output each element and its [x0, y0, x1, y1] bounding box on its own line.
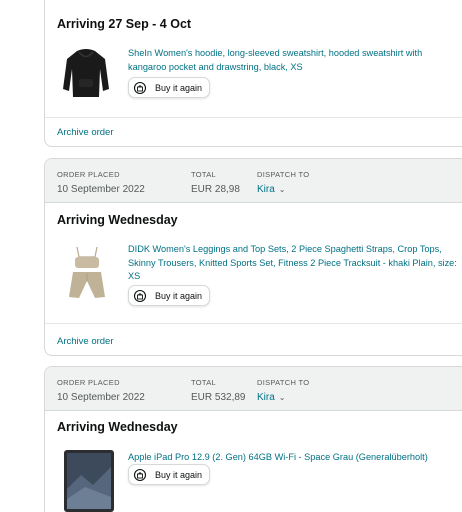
dispatch-to-label: DISPATCH TO: [257, 378, 310, 387]
total-label: TOTAL: [191, 170, 216, 179]
dispatch-to-value: Kira: [257, 392, 275, 403]
product-image-hoodie[interactable]: [61, 45, 111, 100]
arriving-status: Arriving Wednesday: [57, 420, 178, 434]
total-label: TOTAL: [191, 378, 216, 387]
chevron-down-icon: ⌄: [278, 185, 286, 194]
buy-again-label: Buy it again: [155, 290, 203, 301]
buy-again-label: Buy it again: [155, 469, 203, 480]
order-placed-value: 10 September 2022: [57, 392, 145, 403]
dispatch-to-label: DISPATCH TO: [257, 170, 310, 179]
product-title-link[interactable]: SheIn Women's hoodie, long-sleeved sweat…: [128, 47, 462, 74]
buy-again-label: Buy it again: [155, 82, 203, 93]
buy-again-button[interactable]: Buy it again: [128, 285, 210, 306]
product-title-link[interactable]: DIDK Women's Leggings and Top Sets, 2 Pi…: [128, 243, 462, 284]
order-placed-label: ORDER PLACED: [57, 378, 120, 387]
total-value: EUR 532,89: [191, 392, 246, 403]
archive-order-link[interactable]: Archive order: [57, 127, 114, 138]
reorder-icon: [133, 81, 147, 94]
order-card: ORDER PLACED 10 September 2022 TOTAL EUR…: [44, 158, 462, 356]
divider: [45, 117, 462, 118]
arriving-status: Arriving 27 Sep - 4 Oct: [57, 17, 192, 31]
product-image-ipad[interactable]: [63, 449, 115, 512]
dispatch-to-dropdown[interactable]: Kira ⌄: [257, 392, 309, 403]
order-card: ORDER PLACED 10 September 2022 TOTAL EUR…: [44, 366, 462, 512]
total-value: EUR 28,98: [191, 184, 240, 195]
buy-again-button[interactable]: Buy it again: [128, 77, 210, 98]
product-image-sports-set[interactable]: [61, 243, 113, 301]
archive-order-link[interactable]: Archive order: [57, 336, 114, 347]
order-header: ORDER PLACED 10 September 2022 TOTAL EUR…: [45, 367, 462, 411]
order-card: Arriving 27 Sep - 4 Oct SheIn Women's ho…: [44, 0, 462, 147]
arriving-status: Arriving Wednesday: [57, 213, 178, 227]
reorder-icon: [133, 468, 147, 481]
order-header: ORDER PLACED 10 September 2022 TOTAL EUR…: [45, 159, 462, 203]
divider: [45, 323, 462, 324]
reorder-icon: [133, 289, 147, 302]
dispatch-to-dropdown[interactable]: Kira ⌄: [257, 184, 309, 195]
buy-again-button[interactable]: Buy it again: [128, 464, 210, 485]
order-placed-value: 10 September 2022: [57, 184, 145, 195]
order-placed-label: ORDER PLACED: [57, 170, 120, 179]
product-title-link[interactable]: Apple iPad Pro 12.9 (2. Gen) 64GB Wi-Fi …: [128, 451, 462, 465]
chevron-down-icon: ⌄: [278, 393, 286, 402]
dispatch-to-value: Kira: [257, 184, 275, 195]
